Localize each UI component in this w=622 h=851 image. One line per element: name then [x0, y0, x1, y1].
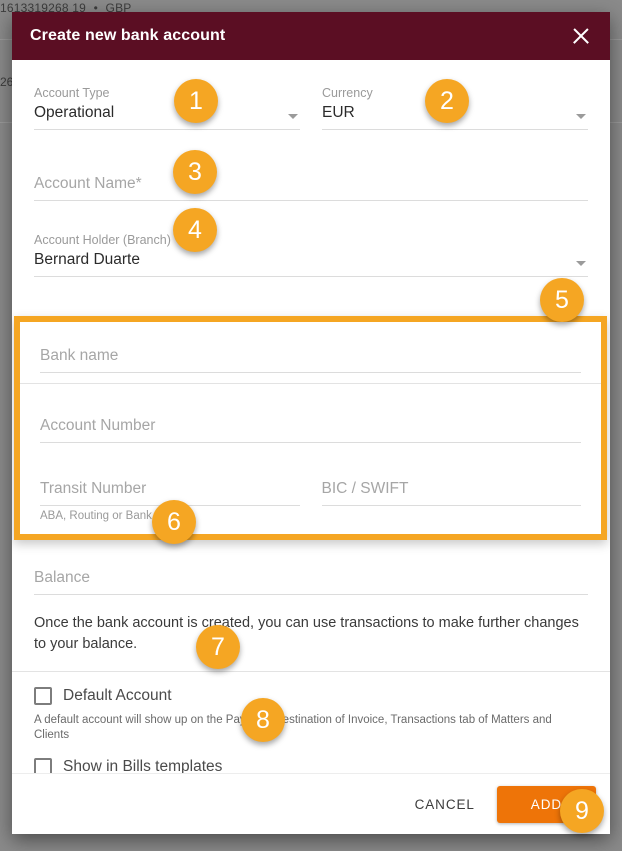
account-holder-row: Account Holder (Branch) Bernard Duarte	[34, 221, 588, 277]
transit-number-placeholder: Transit Number	[40, 480, 147, 497]
account-type-label: Account Type	[34, 86, 110, 100]
balance-section: Balance Once the bank account is created…	[12, 552, 610, 799]
account-holder-field[interactable]: Account Holder (Branch) Bernard Duarte	[34, 221, 588, 277]
chevron-down-icon[interactable]	[288, 114, 298, 119]
chevron-down-icon[interactable]	[576, 114, 586, 119]
bank-name-underline	[40, 372, 581, 373]
account-number-field[interactable]: Account Number	[40, 384, 581, 443]
account-name-field[interactable]: Account Name*	[34, 150, 588, 201]
chevron-down-icon[interactable]	[576, 261, 586, 266]
dialog-body: Account Type Operational Currency EUR Ac…	[12, 60, 610, 834]
currency-field[interactable]: Currency EUR	[322, 74, 588, 130]
account-holder-label: Account Holder (Branch)	[34, 233, 171, 247]
bic-swift-placeholder: BIC / SWIFT	[321, 480, 409, 497]
bank-name-placeholder: Bank name	[40, 347, 119, 364]
create-bank-account-dialog: Create new bank account Account Type Ope…	[12, 12, 610, 834]
account-number-placeholder: Account Number	[40, 417, 156, 434]
currency-label: Currency	[322, 86, 373, 100]
dialog-footer: CANCEL ADD	[12, 773, 610, 834]
currency-value: EUR	[322, 104, 355, 121]
account-name-row: Account Name*	[34, 150, 588, 201]
dialog-header: Create new bank account	[12, 12, 610, 60]
balance-field[interactable]: Balance	[34, 556, 588, 595]
close-icon[interactable]	[568, 23, 594, 49]
account-type-field[interactable]: Account Type Operational	[34, 74, 300, 130]
cancel-button[interactable]: CANCEL	[397, 787, 493, 822]
account-name-placeholder: Account Name*	[34, 172, 588, 196]
bank-details-highlight-box: Bank name Account Number Transit Number	[14, 316, 607, 540]
bic-swift-underline	[321, 505, 581, 506]
default-account-help: A default account will show up on the Pa…	[34, 714, 552, 741]
default-account-label: Default Account	[63, 687, 172, 704]
bank-name-row: Bank name	[40, 330, 581, 373]
transit-number-field[interactable]: Transit Number ABA, Routing or Bank Code	[40, 465, 300, 524]
transit-bic-row: Transit Number ABA, Routing or Bank Code…	[40, 465, 581, 524]
transit-number-help: ABA, Routing or Bank Code	[40, 510, 183, 522]
default-account-row[interactable]: Default Account	[34, 686, 588, 706]
type-currency-row: Account Type Operational Currency EUR	[34, 74, 588, 130]
bank-name-field[interactable]: Bank name	[40, 330, 581, 373]
account-name-underline	[34, 200, 588, 201]
account-holder-underline	[34, 276, 588, 277]
account-holder-value: Bernard Duarte	[34, 251, 140, 268]
required-marker: *	[135, 175, 142, 192]
add-button[interactable]: ADD	[496, 785, 596, 823]
bic-swift-field[interactable]: BIC / SWIFT	[321, 465, 581, 524]
account-details-section: Account Type Operational Currency EUR Ac…	[12, 60, 610, 277]
bank-details-section: Bank name Account Number Transit Number	[20, 322, 601, 534]
balance-row: Balance	[34, 556, 588, 595]
account-type-underline	[34, 129, 300, 130]
account-number-underline	[40, 442, 581, 443]
balance-info-text: Once the bank account is created, you ca…	[34, 615, 579, 652]
balance-underline	[34, 594, 588, 595]
account-type-value: Operational	[34, 104, 115, 121]
account-number-row: Account Number	[40, 384, 581, 443]
currency-underline	[322, 129, 588, 130]
dialog-title: Create new bank account	[30, 27, 226, 44]
account-name-label: Account Name	[34, 175, 136, 192]
default-account-checkbox[interactable]	[34, 687, 52, 705]
balance-placeholder: Balance	[34, 569, 91, 586]
